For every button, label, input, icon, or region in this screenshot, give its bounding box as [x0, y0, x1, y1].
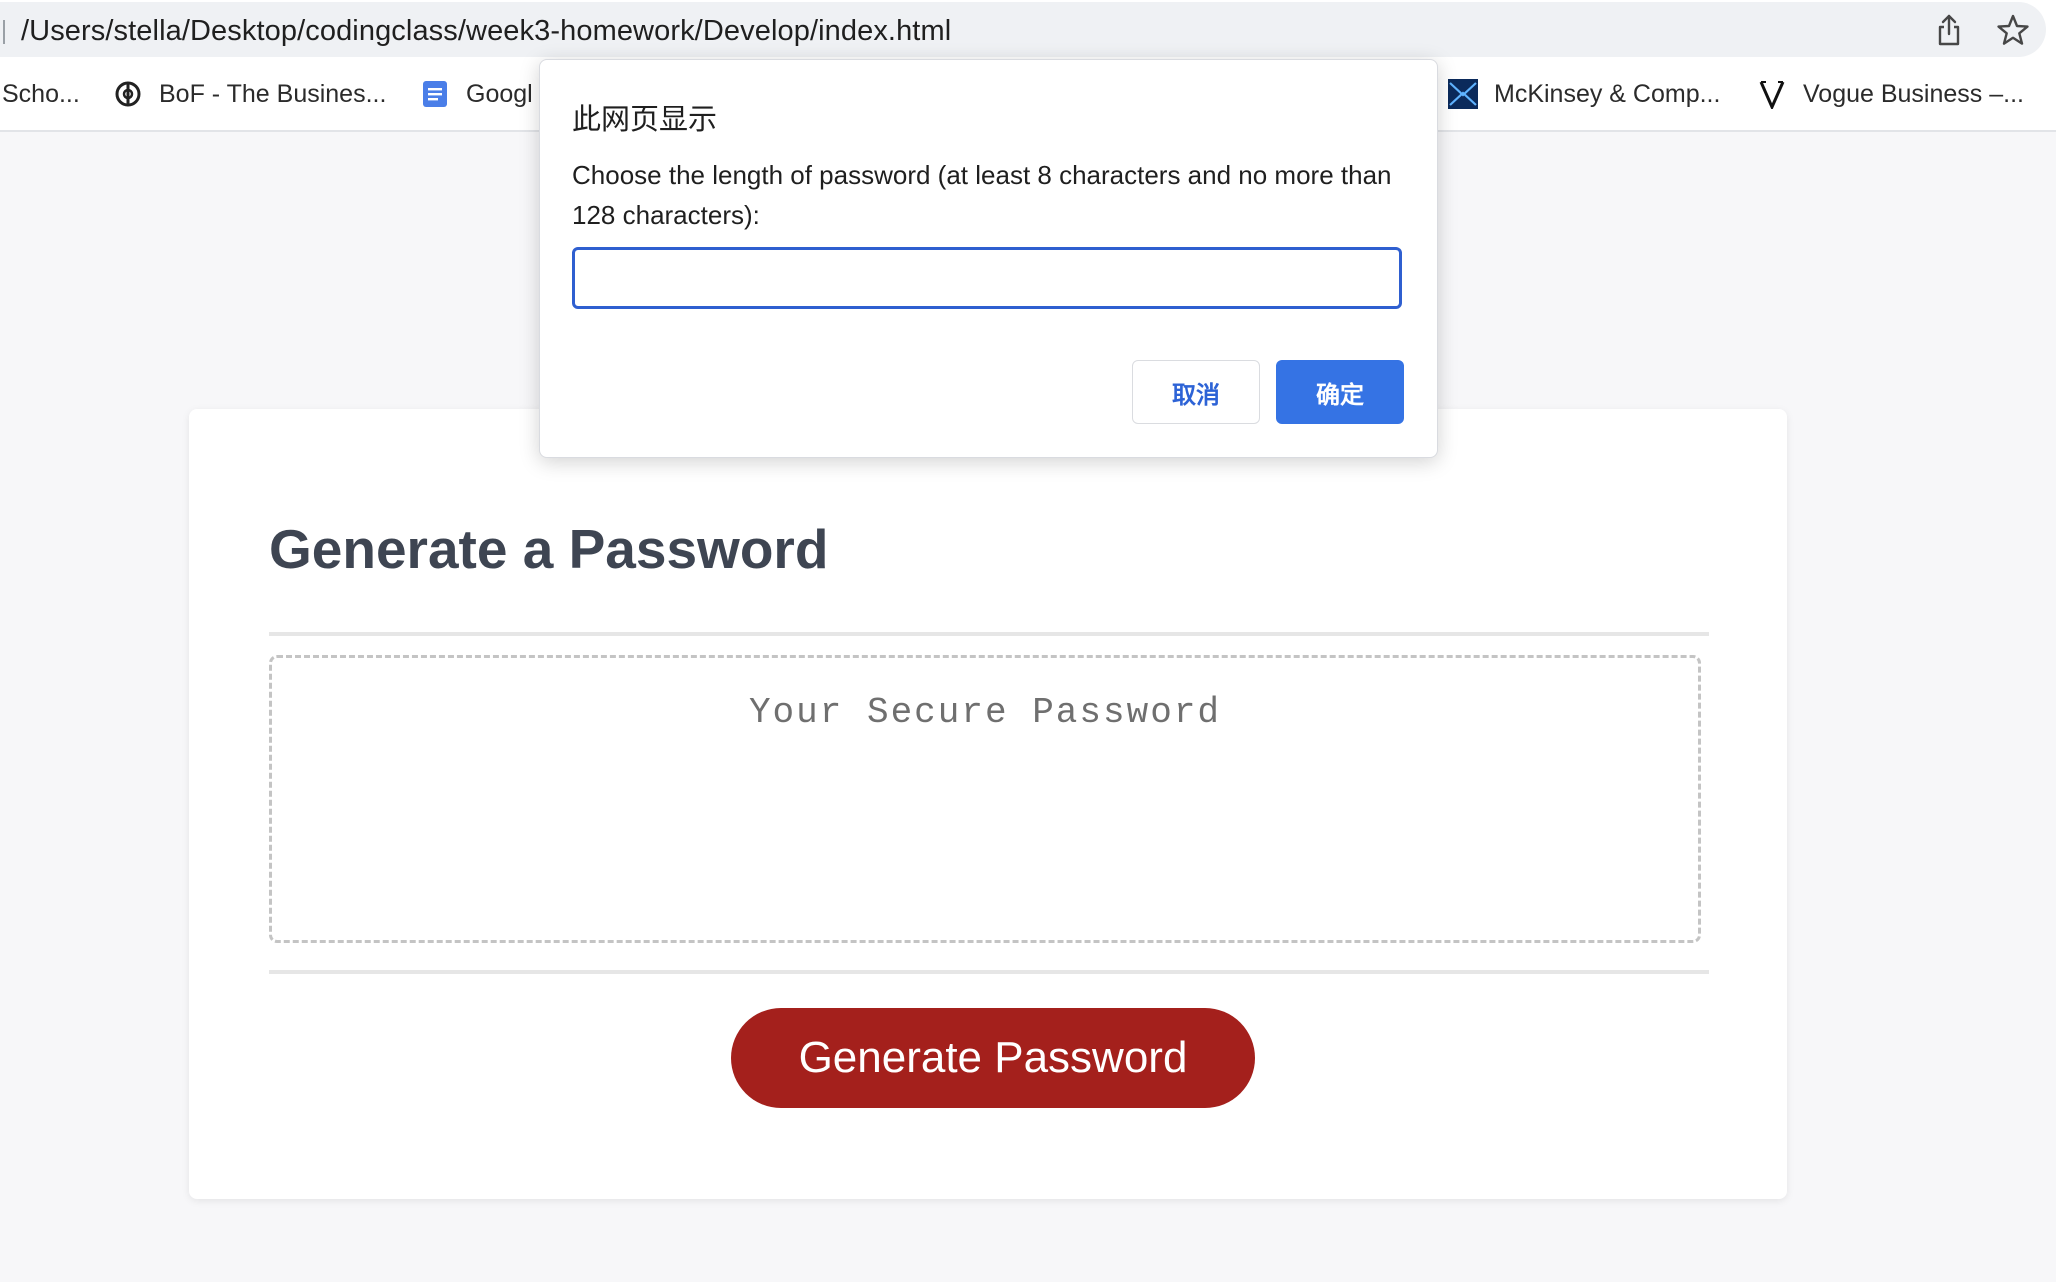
ok-button[interactable]: 确定 — [1276, 360, 1404, 424]
text-cursor — [3, 20, 5, 44]
url-text[interactable]: /Users/stella/Desktop/codingclass/week3-… — [21, 15, 951, 48]
dialog-title: 此网页显示 — [572, 104, 718, 136]
bookmark-label: BoF - The Busines... — [159, 79, 387, 108]
bottom-divider — [269, 970, 1709, 974]
bookmark-label: Vogue Business –... — [1803, 79, 2024, 108]
omnibox[interactable]: /Users/stella/Desktop/codingclass/week3-… — [0, 2, 2046, 57]
bookmark-google-docs[interactable]: Googl — [420, 76, 533, 112]
bookmark-label: McKinsey & Comp... — [1494, 79, 1721, 108]
bookmark-vogue-business[interactable]: Vogue Business –... — [1757, 76, 2024, 112]
share-icon[interactable] — [1933, 13, 1965, 47]
vogue-v-logo-icon — [1759, 81, 1785, 109]
password-output[interactable] — [269, 655, 1701, 943]
page-title: Generate a Password — [269, 518, 829, 580]
bookmark-schoology[interactable]: Scho... — [2, 76, 80, 112]
bookmark-star-icon[interactable] — [1996, 13, 2030, 47]
bookmark-label: Googl — [466, 79, 533, 108]
bookmark-mckinsey[interactable]: McKinsey & Comp... — [1448, 76, 1720, 112]
browser-address-bar: /Users/stella/Desktop/codingclass/week3-… — [0, 0, 2056, 60]
cancel-button[interactable]: 取消 — [1132, 360, 1260, 424]
bookmark-label: Scho... — [2, 79, 80, 108]
bookmark-bof[interactable]: BoF - The Busines... — [113, 76, 386, 112]
dialog-message: Choose the length of password (at least … — [572, 160, 1392, 230]
generate-password-button[interactable]: Generate Password — [731, 1008, 1255, 1108]
google-docs-icon — [423, 81, 447, 107]
mckinsey-logo-icon — [1448, 79, 1478, 109]
generator-card: Generate a Password Generate Password — [189, 409, 1787, 1199]
top-divider — [269, 632, 1709, 636]
prompt-dialog: 此网页显示 Choose the length of password (at … — [539, 59, 1438, 458]
password-length-input[interactable] — [572, 247, 1402, 309]
bof-logo-icon — [115, 81, 141, 107]
